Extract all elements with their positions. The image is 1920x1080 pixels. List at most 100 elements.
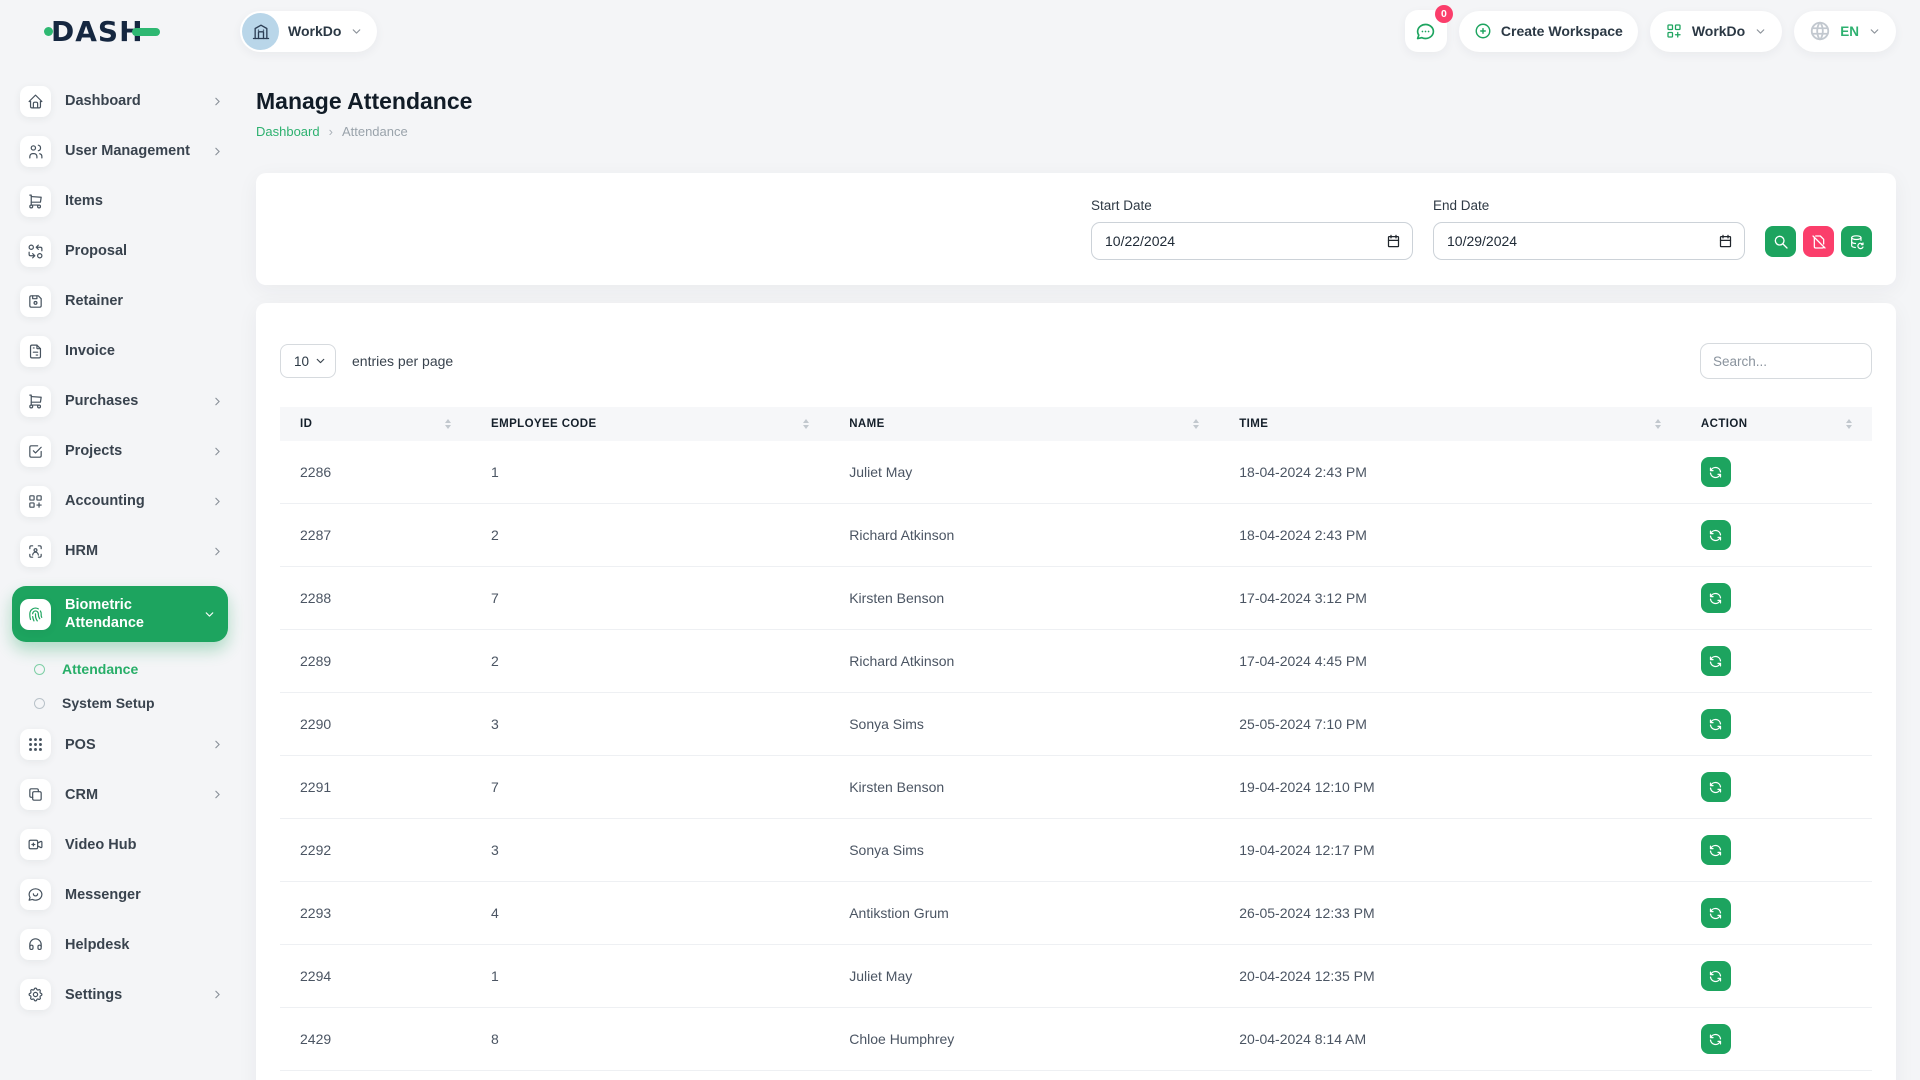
sidebar-subitem-attendance[interactable]: Attendance (34, 661, 224, 677)
chat-button[interactable]: 0 (1405, 10, 1447, 52)
cell-name: Richard Atkinson (829, 630, 1219, 693)
sidebar-item-settings[interactable]: Settings (20, 979, 224, 1010)
circle-icon (34, 698, 45, 709)
reset-button[interactable] (1803, 226, 1834, 257)
sidebar-item-label: Dashboard (65, 92, 211, 110)
end-date-input[interactable] (1433, 222, 1745, 260)
row-refresh-button[interactable] (1701, 898, 1731, 928)
page-title: Manage Attendance (256, 88, 1896, 115)
sidebar-item-dashboard[interactable]: Dashboard (20, 86, 224, 117)
row-refresh-button[interactable] (1701, 772, 1731, 802)
column-header-id[interactable]: ID (280, 407, 471, 441)
sidebar-item-items[interactable]: Items (20, 186, 224, 217)
cell-id: 2429 (280, 1008, 471, 1071)
sidebar-item-hrm[interactable]: HRM (20, 536, 224, 567)
chevron-right-icon (211, 495, 224, 508)
cell-action (1681, 1008, 1872, 1071)
globe-icon (1809, 20, 1831, 42)
search-button[interactable] (1765, 226, 1796, 257)
cell-name: Chloe Humphrey (829, 1008, 1219, 1071)
row-refresh-button[interactable] (1701, 835, 1731, 865)
cell-action (1681, 630, 1872, 693)
sidebar-item-purchases[interactable]: Purchases (20, 386, 224, 417)
row-refresh-button[interactable] (1701, 583, 1731, 613)
column-header-name[interactable]: NAME (829, 407, 1219, 441)
cell-employee-code: 3 (471, 819, 829, 882)
row-refresh-button[interactable] (1701, 709, 1731, 739)
sidebar-item-retainer[interactable]: Retainer (20, 286, 224, 317)
row-refresh-button[interactable] (1701, 646, 1731, 676)
chevron-right-icon (211, 738, 224, 751)
sidebar-item-messenger[interactable]: Messenger (20, 879, 224, 910)
refresh-icon (1708, 780, 1723, 795)
gear-icon (20, 979, 51, 1010)
sidebar-item-helpdesk[interactable]: Helpdesk (20, 929, 224, 960)
topbar: WorkDo 0 Create Workspace WorkDo (240, 0, 1896, 62)
column-header-label: TIME (1239, 418, 1268, 430)
cell-time: 25-05-2024 7:10 PM (1219, 693, 1681, 756)
chevron-right-icon (211, 395, 224, 408)
app-switcher[interactable]: WorkDo (1650, 11, 1782, 52)
table-row: 22903Sonya Sims25-05-2024 7:10 PM (280, 693, 1872, 756)
sidebar-item-biometric-attendance[interactable]: Biometric Attendance (12, 586, 228, 642)
sidebar-item-label: Proposal (65, 242, 224, 260)
workspace-avatar (242, 13, 279, 50)
refresh-icon (1708, 1032, 1723, 1047)
cell-employee-code: 2 (471, 504, 829, 567)
workspace-switcher[interactable]: WorkDo (240, 11, 377, 52)
cart-icon (20, 386, 51, 417)
cell-id: 2288 (280, 567, 471, 630)
floppy-icon (20, 286, 51, 317)
cell-action (1681, 567, 1872, 630)
refresh-icon (1708, 843, 1723, 858)
cell-employee-code: 4 (471, 882, 829, 945)
sidebar-item-accounting[interactable]: Accounting (20, 486, 224, 517)
start-date-input[interactable] (1091, 222, 1413, 260)
grid-add-icon (1665, 22, 1683, 40)
grid-dots-icon (20, 729, 51, 760)
app-logo: DASH (20, 0, 224, 62)
sidebar-item-video-hub[interactable]: Video Hub (20, 829, 224, 860)
users-icon (20, 136, 51, 167)
cell-id: 2287 (280, 504, 471, 567)
entries-per-page-label: entries per page (352, 353, 453, 369)
row-refresh-button[interactable] (1701, 1024, 1731, 1054)
sidebar-item-projects[interactable]: Projects (20, 436, 224, 467)
circle-icon (34, 664, 45, 675)
sidebar-subitem-system-setup[interactable]: System Setup (34, 695, 224, 711)
sidebar-item-invoice[interactable]: Invoice (20, 336, 224, 367)
cell-time: 20-04-2024 12:35 PM (1219, 945, 1681, 1008)
cell-employee-code: 7 (471, 756, 829, 819)
search-input[interactable] (1700, 343, 1872, 379)
logo-text: DASH (51, 15, 144, 48)
sidebar-item-user-management[interactable]: User Management (20, 136, 224, 167)
cell-action (1681, 756, 1872, 819)
sidebar-item-label: Accounting (65, 492, 211, 510)
sidebar-item-pos[interactable]: POS (20, 729, 224, 760)
row-refresh-button[interactable] (1701, 457, 1731, 487)
cell-action (1681, 882, 1872, 945)
video-icon (20, 829, 51, 860)
column-header-action[interactable]: ACTION (1681, 407, 1872, 441)
language-selector[interactable]: EN (1794, 11, 1896, 52)
copy-icon (20, 779, 51, 810)
table-row: 22934Antikstion Grum26-05-2024 12:33 PM (280, 882, 1872, 945)
column-header-time[interactable]: TIME (1219, 407, 1681, 441)
sidebar-item-label: User Management (65, 142, 211, 160)
entries-per-page-select[interactable]: 10 (280, 344, 336, 378)
sidebar-nav: Dashboard User Management Items Proposal Ret… (20, 86, 224, 1010)
row-refresh-button[interactable] (1701, 961, 1731, 991)
cart-icon (20, 186, 51, 217)
column-header-employee-code[interactable]: EMPLOYEE CODE (471, 407, 829, 441)
fingerprint-icon (20, 599, 51, 630)
sidebar-item-crm[interactable]: CRM (20, 779, 224, 810)
sidebar-item-proposal[interactable]: Proposal (20, 236, 224, 267)
file-off-icon (1811, 234, 1827, 250)
breadcrumb-dashboard[interactable]: Dashboard (256, 124, 320, 139)
cell-name: Kirsten Benson (829, 567, 1219, 630)
cell-id: 2289 (280, 630, 471, 693)
row-refresh-button[interactable] (1701, 520, 1731, 550)
create-workspace-button[interactable]: Create Workspace (1459, 11, 1638, 52)
sort-icon (803, 419, 809, 430)
sync-button[interactable] (1841, 226, 1872, 257)
